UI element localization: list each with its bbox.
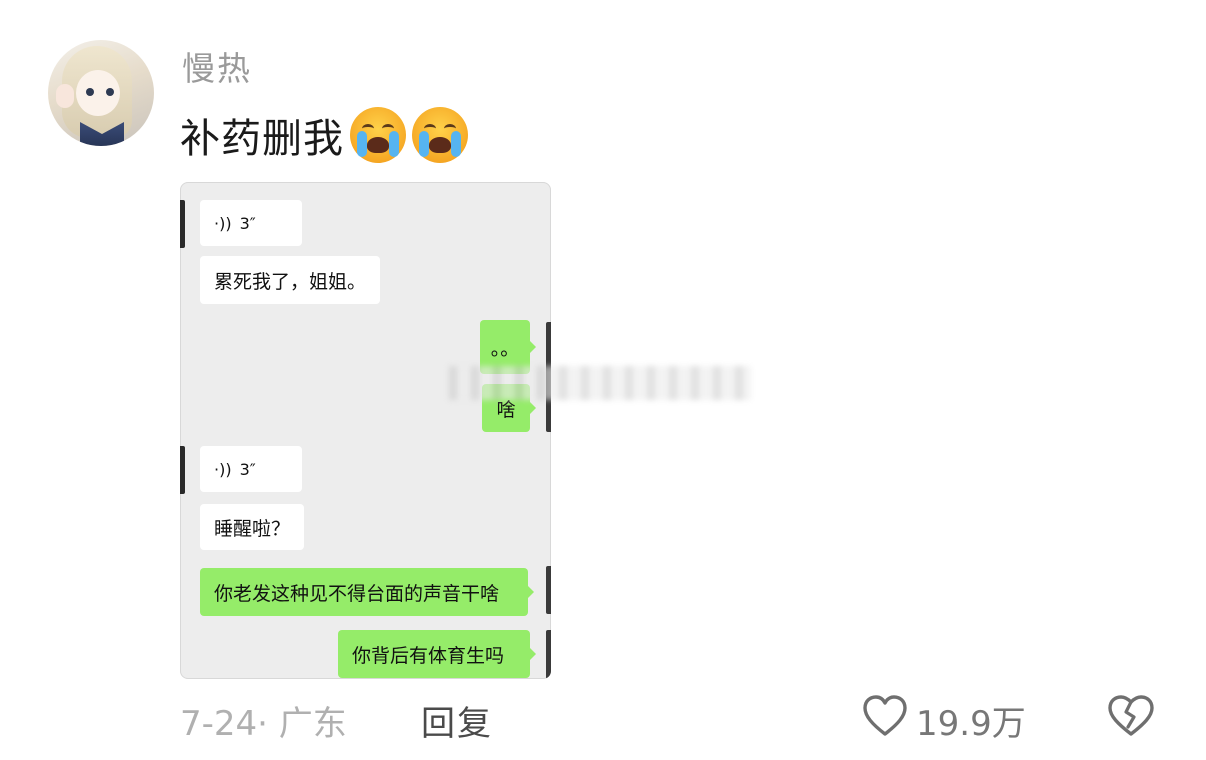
comment-text: 补药删我 [180, 106, 468, 164]
loudly-crying-face-icon [412, 107, 468, 163]
broken-heart-icon[interactable] [1106, 694, 1156, 738]
username[interactable]: 慢热 [182, 42, 252, 90]
date-location: 7-24· 广东 [180, 704, 347, 744]
message-bubble: 你老发这种见不得台面的声音干啥 [200, 568, 534, 616]
avatar-eye [86, 88, 94, 96]
comment-body: 补药删我 [180, 116, 344, 162]
blurred-watermark [449, 366, 751, 400]
voice-duration: 3″ [239, 459, 256, 479]
voice-wave-icon: ·)) [214, 459, 232, 479]
reply-button[interactable]: 回复 [421, 696, 493, 745]
message-bubble: 你背后有体育生吗 [338, 630, 536, 678]
voice-message[interactable]: ·)) 3″ [200, 200, 302, 246]
message-bubble: 睡醒啦？ [200, 504, 305, 550]
contact-avatar-edge [180, 446, 185, 494]
avatar[interactable] [48, 40, 154, 146]
chat-screenshot-image[interactable]: ·)) 3″ 累死我了，姐姐。 。。 啥 ·)) 3″ 睡醒啦？ 你老发这种见不… [180, 182, 551, 679]
message-bubble: 累死我了，姐姐。 [200, 256, 381, 304]
heart-icon[interactable] [862, 694, 908, 738]
voice-duration: 3″ [239, 213, 256, 233]
like-count: 19.9万 [916, 704, 1026, 744]
self-avatar-edge [546, 566, 551, 614]
self-avatar-edge [546, 630, 551, 679]
avatar-eye [106, 88, 114, 96]
voice-wave-icon: ·)) [214, 213, 232, 233]
voice-message[interactable]: ·)) 3″ [200, 446, 302, 492]
contact-avatar-edge [180, 200, 185, 248]
loudly-crying-face-icon [350, 107, 406, 163]
avatar-hand [56, 84, 74, 108]
